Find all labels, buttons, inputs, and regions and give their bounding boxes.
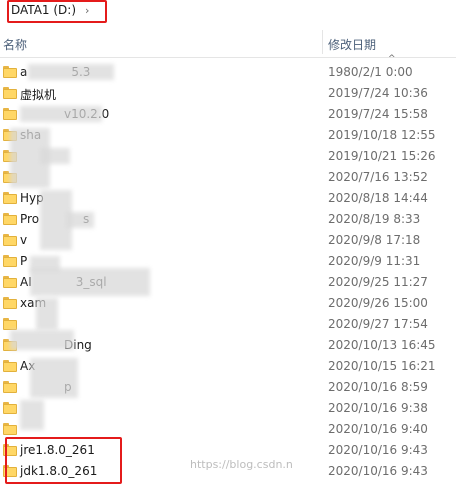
file-date: 2020/9/26 15:00 bbox=[328, 296, 428, 310]
file-date: 2020/9/25 11:27 bbox=[328, 275, 428, 289]
list-item[interactable]: xam 2020/9/26 15:00 bbox=[0, 293, 456, 314]
highlight-box-breadcrumb bbox=[7, 0, 107, 23]
privacy-blur bbox=[36, 298, 58, 330]
file-date: 2019/10/18 12:55 bbox=[328, 128, 436, 142]
folder-icon bbox=[3, 255, 17, 267]
folder-icon bbox=[3, 213, 17, 225]
list-item[interactable]: 2020/7/16 13:52 bbox=[0, 167, 456, 188]
watermark: https://blog.csdn.n bbox=[190, 458, 293, 471]
file-name[interactable]: v bbox=[20, 233, 27, 247]
file-date: 2020/10/16 8:59 bbox=[328, 380, 428, 394]
file-name[interactable]: 虚拟机 bbox=[20, 86, 56, 103]
column-divider[interactable] bbox=[322, 30, 323, 54]
folder-icon bbox=[3, 381, 17, 393]
file-date: 2020/7/16 13:52 bbox=[328, 170, 428, 184]
file-date: 2020/10/15 16:21 bbox=[328, 359, 436, 373]
file-date: 2019/7/24 15:58 bbox=[328, 107, 428, 121]
folder-icon bbox=[3, 297, 17, 309]
privacy-blur bbox=[40, 148, 70, 164]
folder-icon bbox=[3, 66, 17, 78]
privacy-blur bbox=[20, 106, 102, 122]
file-name[interactable]: P bbox=[20, 254, 27, 268]
privacy-blur bbox=[20, 400, 44, 430]
list-item[interactable]: 虚拟机 2019/7/24 10:36 bbox=[0, 83, 456, 104]
file-date: 2020/10/16 9:43 bbox=[328, 443, 428, 457]
folder-icon bbox=[3, 318, 17, 330]
file-date: 1980/2/1 0:00 bbox=[328, 65, 413, 79]
file-date: 2020/10/16 9:43 bbox=[328, 464, 428, 478]
folder-icon bbox=[3, 276, 17, 288]
privacy-blur bbox=[66, 212, 94, 228]
folder-icon bbox=[3, 192, 17, 204]
file-date: 2020/10/16 9:40 bbox=[328, 422, 428, 436]
file-date: 2020/10/13 16:45 bbox=[328, 338, 436, 352]
folder-icon bbox=[3, 234, 17, 246]
folder-icon bbox=[3, 87, 17, 99]
file-date: 2020/9/9 11:31 bbox=[328, 254, 421, 268]
column-header-date-modified[interactable]: 修改日期 bbox=[328, 36, 376, 53]
file-date: 2020/8/19 8:33 bbox=[328, 212, 421, 226]
file-date: 2020/8/18 14:44 bbox=[328, 191, 428, 205]
file-date: 2020/10/16 9:38 bbox=[328, 401, 428, 415]
list-item[interactable]: 2020/10/16 9:38 bbox=[0, 398, 456, 419]
file-date: 2019/10/21 15:26 bbox=[328, 149, 436, 163]
file-date: 2020/9/27 17:54 bbox=[328, 317, 428, 331]
list-item[interactable]: sha2019/10/18 12:55 bbox=[0, 125, 456, 146]
privacy-blur bbox=[30, 358, 78, 398]
privacy-blur bbox=[10, 330, 74, 350]
column-header-row: 名称 ^ 修改日期 bbox=[0, 27, 456, 64]
folder-icon bbox=[3, 402, 17, 414]
folder-icon bbox=[3, 423, 17, 435]
privacy-blur bbox=[30, 268, 150, 296]
file-date: 2019/7/24 10:36 bbox=[328, 86, 428, 100]
folder-icon bbox=[3, 108, 17, 120]
folder-icon bbox=[3, 360, 17, 372]
privacy-blur bbox=[28, 64, 114, 80]
highlight-box-java-folders bbox=[5, 437, 122, 484]
file-date: 2020/9/8 17:18 bbox=[328, 233, 421, 247]
column-header-name[interactable]: 名称 bbox=[3, 36, 27, 53]
